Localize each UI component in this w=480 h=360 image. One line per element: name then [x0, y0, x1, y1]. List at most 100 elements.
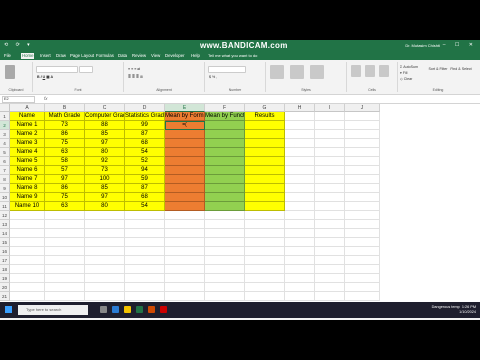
- cell-g11[interactable]: [245, 202, 285, 211]
- cell-c12[interactable]: [85, 211, 125, 220]
- cell-h11[interactable]: [285, 202, 315, 211]
- row-header-4[interactable]: 4: [0, 139, 10, 148]
- cell-e17[interactable]: [165, 256, 205, 265]
- align-icons[interactable]: ≡ ≡ ≡ ⇌: [128, 67, 140, 71]
- cell-e4[interactable]: [165, 139, 205, 148]
- cell-b14[interactable]: [45, 229, 85, 238]
- cell-b15[interactable]: [45, 238, 85, 247]
- column-header-g[interactable]: G: [245, 104, 285, 112]
- cell-j4[interactable]: [345, 139, 380, 148]
- cell-c1[interactable]: Computer Grade: [85, 112, 125, 121]
- cell-f5[interactable]: [205, 148, 245, 157]
- tab-help[interactable]: Help: [191, 53, 200, 58]
- cell-a13[interactable]: [10, 220, 45, 229]
- cell-a9[interactable]: Name 8: [10, 184, 45, 193]
- cell-a21[interactable]: [10, 292, 45, 301]
- tell-me-search[interactable]: Tell me what you want to do: [208, 53, 257, 58]
- cell-d10[interactable]: 68: [125, 193, 165, 202]
- cell-i14[interactable]: [315, 229, 345, 238]
- cell-c5[interactable]: 80: [85, 148, 125, 157]
- cell-h19[interactable]: [285, 274, 315, 283]
- sort-filter-button[interactable]: Sort & Filter: [428, 67, 448, 71]
- row-header-16[interactable]: 16: [0, 247, 10, 256]
- cell-c16[interactable]: [85, 247, 125, 256]
- cell-c4[interactable]: 97: [85, 139, 125, 148]
- cell-h1[interactable]: [285, 112, 315, 121]
- cell-i10[interactable]: [315, 193, 345, 202]
- cell-b18[interactable]: [45, 265, 85, 274]
- column-header-d[interactable]: D: [125, 104, 165, 112]
- cell-e7[interactable]: [165, 166, 205, 175]
- cell-h7[interactable]: [285, 166, 315, 175]
- cell-h17[interactable]: [285, 256, 315, 265]
- row-header-17[interactable]: 17: [0, 256, 10, 265]
- tab-developer[interactable]: Developer: [165, 53, 185, 58]
- cell-f4[interactable]: [205, 139, 245, 148]
- cell-a16[interactable]: [10, 247, 45, 256]
- cell-j12[interactable]: [345, 211, 380, 220]
- cell-i2[interactable]: [315, 121, 345, 130]
- cell-i20[interactable]: [315, 283, 345, 292]
- cell-j1[interactable]: [345, 112, 380, 121]
- cell-f9[interactable]: [205, 184, 245, 193]
- cell-j10[interactable]: [345, 193, 380, 202]
- cell-b11[interactable]: 63: [45, 202, 85, 211]
- cell-d9[interactable]: 87: [125, 184, 165, 193]
- cell-c11[interactable]: 80: [85, 202, 125, 211]
- cell-b13[interactable]: [45, 220, 85, 229]
- cell-e11[interactable]: [165, 202, 205, 211]
- cell-e20[interactable]: [165, 283, 205, 292]
- cell-f19[interactable]: [205, 274, 245, 283]
- clear-button[interactable]: ◇ Clear: [400, 77, 412, 81]
- column-header-e[interactable]: E: [165, 104, 205, 112]
- cell-a17[interactable]: [10, 256, 45, 265]
- cell-h4[interactable]: [285, 139, 315, 148]
- row-header-9[interactable]: 9: [0, 184, 10, 193]
- cell-i6[interactable]: [315, 157, 345, 166]
- cell-g21[interactable]: [245, 292, 285, 301]
- cell-e13[interactable]: [165, 220, 205, 229]
- cell-b8[interactable]: 97: [45, 175, 85, 184]
- cell-e12[interactable]: [165, 211, 205, 220]
- cell-g17[interactable]: [245, 256, 285, 265]
- tab-draw[interactable]: Draw: [56, 53, 66, 58]
- cell-d15[interactable]: [125, 238, 165, 247]
- cell-f7[interactable]: [205, 166, 245, 175]
- task-view-icon[interactable]: [100, 306, 107, 313]
- cell-g19[interactable]: [245, 274, 285, 283]
- cell-i16[interactable]: [315, 247, 345, 256]
- cell-b7[interactable]: 57: [45, 166, 85, 175]
- cell-e14[interactable]: [165, 229, 205, 238]
- cell-h13[interactable]: [285, 220, 315, 229]
- cell-c10[interactable]: 97: [85, 193, 125, 202]
- cell-h21[interactable]: [285, 292, 315, 301]
- cell-d8[interactable]: 59: [125, 175, 165, 184]
- cell-i12[interactable]: [315, 211, 345, 220]
- cell-d18[interactable]: [125, 265, 165, 274]
- cell-c13[interactable]: [85, 220, 125, 229]
- name-box[interactable]: E2: [2, 96, 35, 103]
- cell-c19[interactable]: [85, 274, 125, 283]
- windows-start-icon[interactable]: [5, 306, 12, 313]
- row-header-6[interactable]: 6: [0, 157, 10, 166]
- cell-f15[interactable]: [205, 238, 245, 247]
- cell-j7[interactable]: [345, 166, 380, 175]
- column-header-b[interactable]: B: [45, 104, 85, 112]
- cell-d13[interactable]: [125, 220, 165, 229]
- row-header-7[interactable]: 7: [0, 166, 10, 175]
- cell-j5[interactable]: [345, 148, 380, 157]
- cell-a2[interactable]: Name 1: [10, 121, 45, 130]
- cell-a1[interactable]: Name: [10, 112, 45, 121]
- cell-c6[interactable]: 92: [85, 157, 125, 166]
- fill-button[interactable]: ▾ Fill: [400, 71, 407, 75]
- cell-h9[interactable]: [285, 184, 315, 193]
- cell-h8[interactable]: [285, 175, 315, 184]
- cell-e10[interactable]: [165, 193, 205, 202]
- cell-i3[interactable]: [315, 130, 345, 139]
- row-header-11[interactable]: 11: [0, 202, 10, 211]
- cell-d20[interactable]: [125, 283, 165, 292]
- cell-c8[interactable]: 100: [85, 175, 125, 184]
- cell-g13[interactable]: [245, 220, 285, 229]
- cell-f17[interactable]: [205, 256, 245, 265]
- cell-a4[interactable]: Name 3: [10, 139, 45, 148]
